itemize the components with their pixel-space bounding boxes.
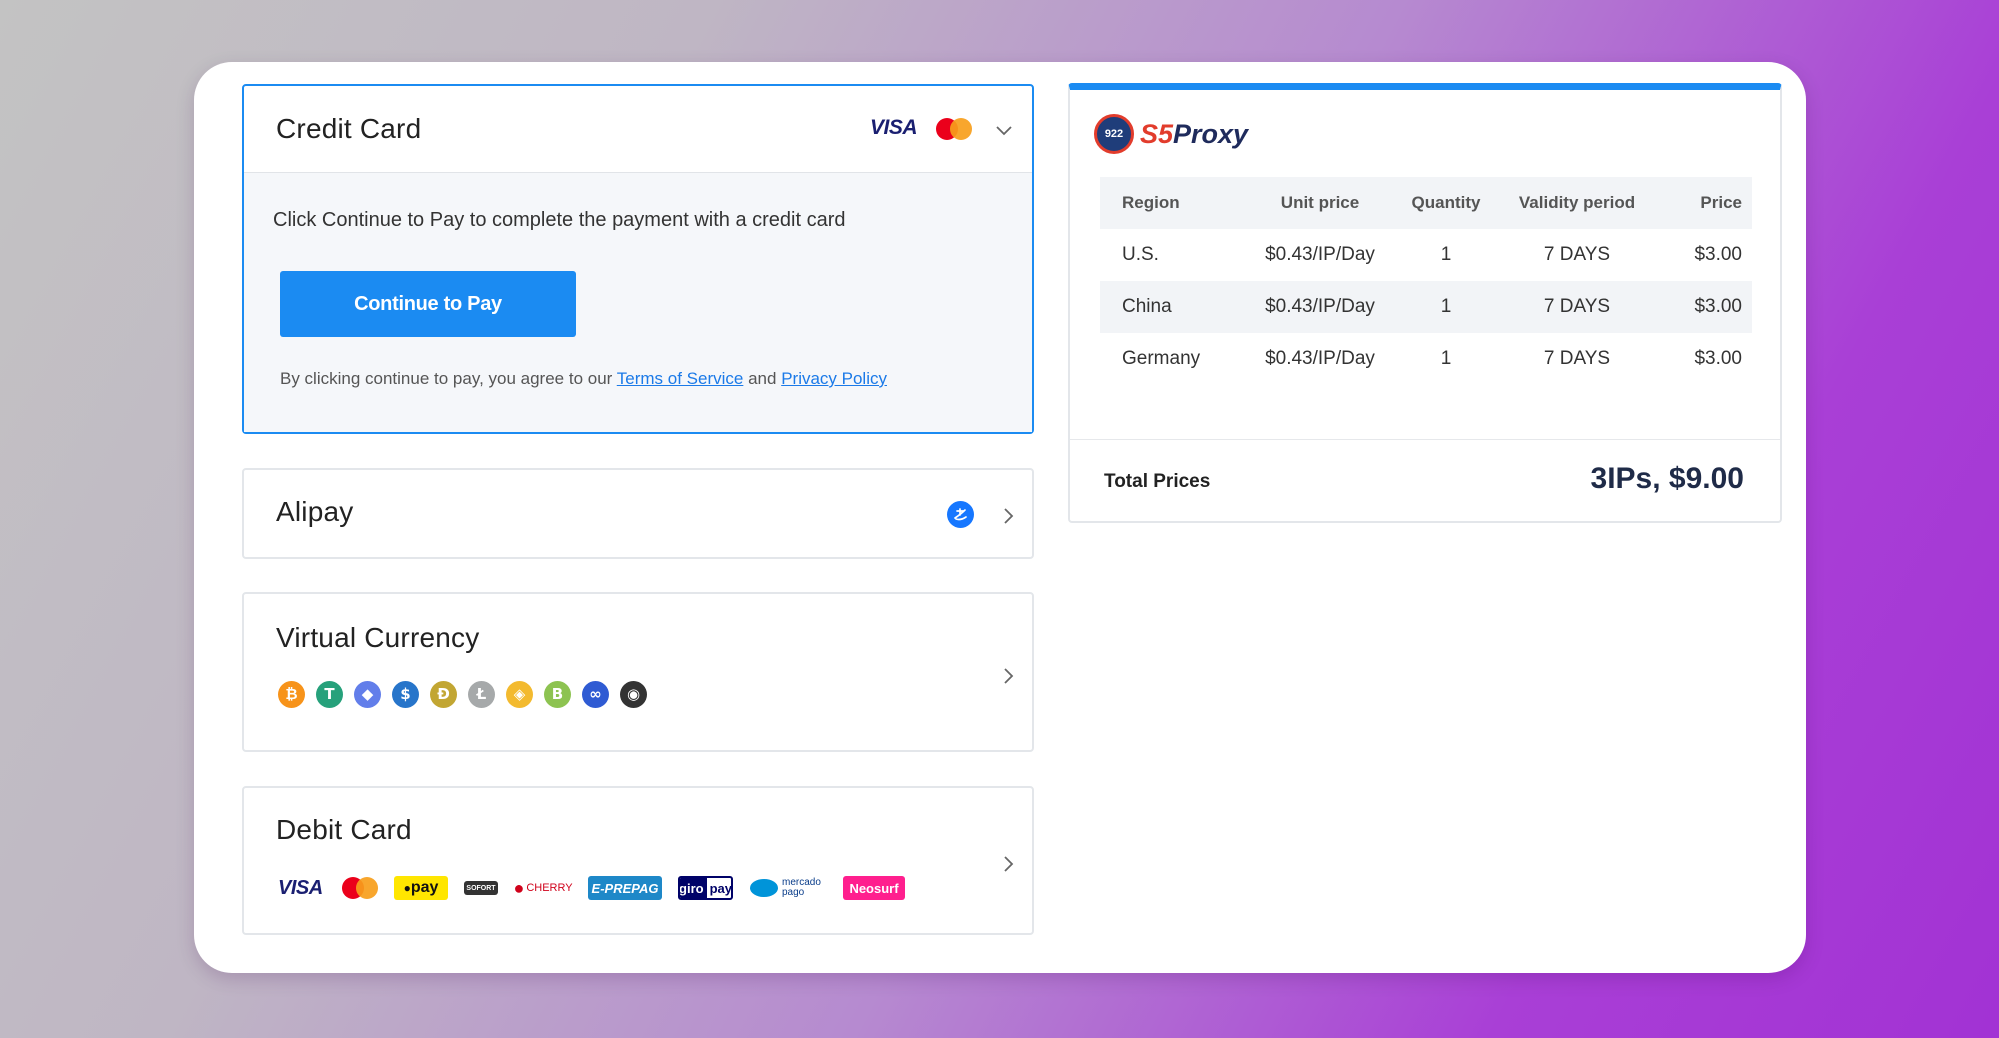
giropay-pay-text: pay (709, 880, 732, 896)
mercado-pago-icon: mercado pago (749, 876, 827, 900)
globe-icon: 922 (1094, 114, 1134, 154)
column-header: Region (1100, 177, 1250, 229)
virtual-currency-section[interactable]: Virtual Currency ₿ T ◆ $ Đ Ł ◈ B ∞ ◉ (242, 592, 1034, 752)
giropay-icon: giro pay (678, 876, 733, 900)
shiba-icon: ◉ (620, 681, 647, 708)
terms-of-service-link[interactable]: Terms of Service (617, 369, 744, 388)
validity-cell: 7 DAYS (1543, 244, 1611, 265)
total-prices-label: Total Prices (1104, 471, 1211, 492)
column-header: Validity period (1502, 177, 1652, 229)
table-row: U.S. $0.43/IP/Day 1 7 DAYS $3.00 (1100, 229, 1752, 281)
validity-cell: 7 DAYS (1502, 281, 1652, 333)
summary-divider (1070, 439, 1780, 440)
agreement-prefix: By clicking continue to pay, you agree t… (280, 369, 613, 388)
brand-suffix: Proxy (1173, 118, 1249, 149)
region-cell: Germany (1122, 348, 1201, 369)
brand-prefix: S5 (1140, 118, 1174, 149)
brand-logo: 922 S5Proxy (1094, 114, 1248, 154)
column-header: Price (1652, 177, 1752, 229)
cherry-text: CHERRY (526, 882, 573, 894)
bitcoin-cash-icon: B (544, 681, 571, 708)
column-header: Quantity (1390, 177, 1502, 229)
usdc-icon: $ (392, 681, 419, 708)
order-summary-panel: 922 S5Proxy Region Unit price Quantity V… (1068, 83, 1782, 523)
mercado-pago-text: mercado pago (782, 877, 821, 898)
crypto-icon-row: ₿ T ◆ $ Đ Ł ◈ B ∞ ◉ (278, 681, 658, 708)
total-prices-value: 3IPs, $9.00 (1590, 462, 1744, 495)
credit-card-description: Click Continue to Pay to complete the pa… (273, 209, 846, 231)
bnb-icon: ◈ (506, 681, 533, 708)
price-cell: $3.00 (1694, 348, 1742, 369)
chevron-right-icon[interactable] (1004, 664, 1014, 690)
neosurf-icon: Neosurf (843, 876, 905, 900)
credit-card-title: Credit Card (276, 113, 422, 144)
credit-card-section[interactable]: Credit Card VISA Click Continue to Pay t… (242, 84, 1034, 434)
polygon-icon: ∞ (582, 681, 609, 708)
continue-to-pay-button[interactable]: Continue to Pay (280, 271, 576, 337)
debit-card-section[interactable]: Debit Card VISA ● pay SOFORT ● CHERRY E-PR… (242, 786, 1034, 935)
e-prepag-icon: E-PREPAG (588, 876, 662, 900)
validity-cell: 7 DAYS (1543, 348, 1611, 369)
neosurf-text: Neosurf (849, 880, 899, 896)
unit-price-cell: $0.43/IP/Day (1250, 281, 1390, 333)
unit-price-cell: $0.43/IP/Day (1265, 348, 1375, 369)
privacy-policy-link[interactable]: Privacy Policy (781, 369, 887, 388)
sofort-text: SOFORT (466, 884, 496, 892)
credit-card-body: Click Continue to Pay to complete the pa… (244, 173, 1032, 432)
quantity-cell: 1 (1440, 244, 1452, 265)
brand-name: S5Proxy (1140, 119, 1248, 150)
order-table-header: Region Unit price Quantity Validity peri… (1100, 177, 1752, 229)
pay-logo-text: pay (410, 879, 439, 896)
bitcoin-icon: ₿ (278, 681, 305, 708)
column-header: Unit price (1250, 177, 1390, 229)
e-prepag-text: E-PREPAG (591, 880, 659, 896)
table-row: Germany $0.43/IP/Day 1 7 DAYS $3.00 (1100, 333, 1752, 385)
mastercard-icon (936, 118, 974, 140)
chevron-right-icon[interactable] (1004, 852, 1014, 878)
region-cell: U.S. (1122, 244, 1159, 265)
ethereum-icon: ◆ (354, 681, 381, 708)
alipay-icon (947, 501, 974, 528)
giropay-giro-text: giro (680, 878, 707, 898)
cherry-icon: ● CHERRY (513, 877, 573, 898)
visa-icon: VISA (870, 116, 918, 139)
pay-logo-icon: ● pay (394, 876, 448, 900)
alipay-title: Alipay (276, 496, 354, 527)
chevron-right-icon[interactable] (1004, 504, 1014, 530)
chevron-down-icon[interactable] (996, 116, 1012, 142)
debit-card-logos: VISA ● pay SOFORT ● CHERRY E-PREPAG giro p… (278, 874, 905, 902)
sofort-icon: SOFORT (464, 881, 498, 895)
unit-price-cell: $0.43/IP/Day (1265, 244, 1375, 265)
price-cell: $3.00 (1652, 281, 1752, 333)
order-table: Region Unit price Quantity Validity peri… (1100, 177, 1752, 385)
quantity-cell: 1 (1390, 281, 1502, 333)
alipay-section[interactable]: Alipay (242, 468, 1034, 559)
visa-icon: VISA (278, 876, 323, 899)
debit-card-title: Debit Card (276, 814, 412, 845)
mastercard-icon (342, 877, 378, 899)
agreement-and: and (748, 369, 777, 388)
tether-icon: T (316, 681, 343, 708)
price-cell: $3.00 (1694, 244, 1742, 265)
globe-text: 922 (1104, 128, 1124, 140)
agreement-text: By clicking continue to pay, you agree t… (280, 369, 887, 389)
dogecoin-icon: Đ (430, 681, 457, 708)
region-cell: China (1100, 281, 1250, 333)
credit-card-header[interactable]: Credit Card VISA (244, 86, 1032, 173)
table-row: China $0.43/IP/Day 1 7 DAYS $3.00 (1100, 281, 1752, 333)
virtual-currency-title: Virtual Currency (276, 622, 480, 653)
litecoin-icon: Ł (468, 681, 495, 708)
quantity-cell: 1 (1440, 348, 1452, 369)
